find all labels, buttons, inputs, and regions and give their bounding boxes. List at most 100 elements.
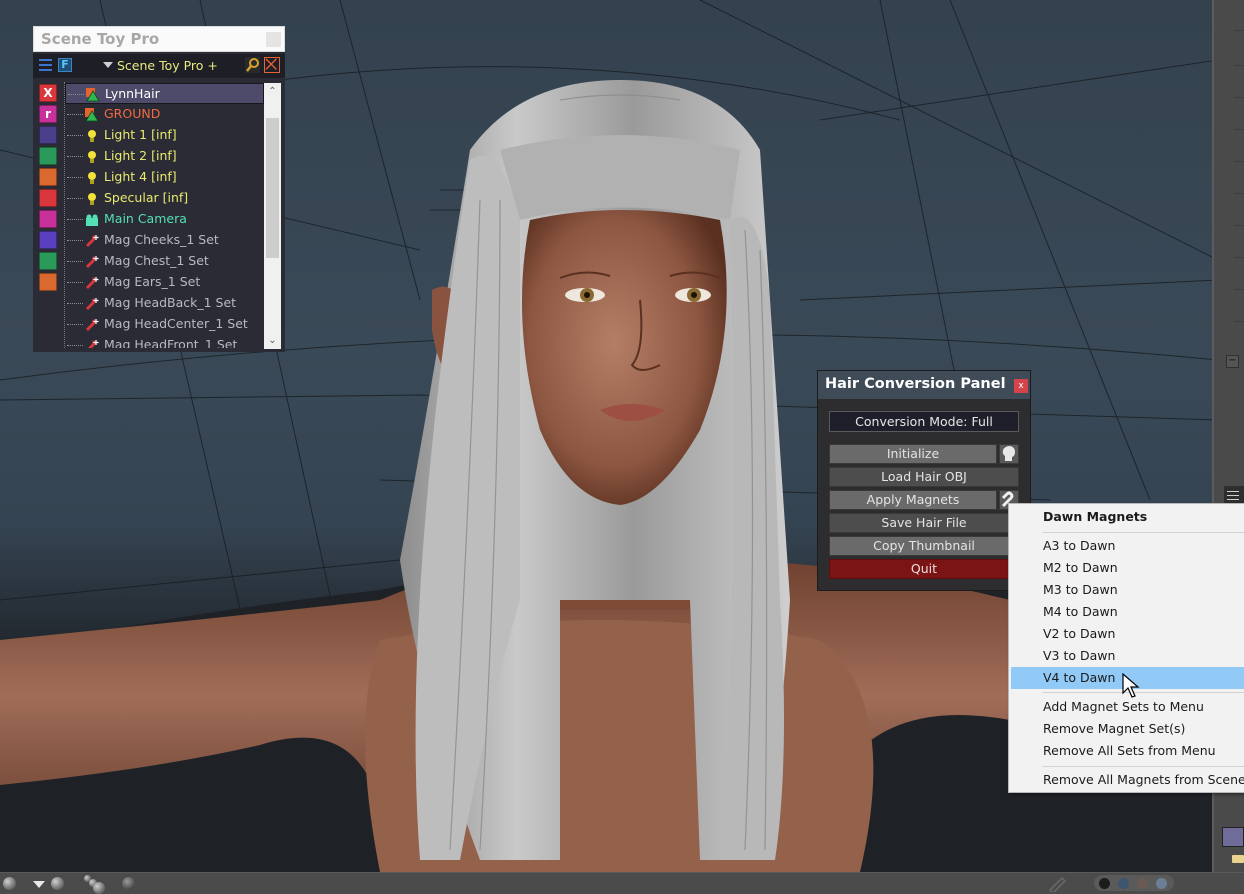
scene-dropdown-label: Scene Toy Pro + (117, 58, 218, 73)
color-swatch[interactable] (1137, 878, 1148, 889)
folder-icon[interactable] (1232, 855, 1244, 863)
tree-item-label: Mag Chest_1 Set (104, 253, 209, 268)
panel-close-button[interactable]: x (1014, 379, 1028, 393)
tree-connector (67, 282, 83, 283)
shadow-ball-icon[interactable] (122, 877, 135, 890)
tree-item-label: Light 4 [inf] (104, 169, 177, 184)
tree-item-label: Mag HeadBack_1 Set (104, 295, 237, 310)
menu-item[interactable]: V2 to Dawn (1011, 623, 1244, 645)
save-hair-file-button[interactable]: Save Hair File (829, 513, 1019, 533)
tree-item[interactable]: Mag HeadBack_1 Set (65, 293, 264, 314)
tree-item[interactable]: Mag Cheeks_1 Set (65, 230, 264, 251)
multi-light-icon[interactable] (93, 882, 105, 894)
rename-icon[interactable]: r (39, 105, 57, 123)
hair-conversion-panel: Hair Conversion Panel x Conversion Mode:… (817, 370, 1031, 591)
tree-item[interactable]: Main Camera (65, 209, 264, 230)
tree-item-label: LynnHair (105, 86, 160, 101)
close-x-icon[interactable] (264, 57, 280, 73)
magnet-icon (85, 254, 99, 269)
tree-connector (67, 114, 83, 115)
color-swatch[interactable] (1099, 878, 1110, 889)
menu-item[interactable]: M4 to Dawn (1011, 601, 1244, 623)
scrollbar-thumb[interactable] (266, 118, 279, 258)
bottom-toolbar (0, 872, 1244, 894)
list-view-icon[interactable] (39, 58, 52, 72)
figure-icon[interactable] (39, 147, 57, 165)
scene-toy-sidebar: Xr (33, 82, 61, 342)
ruler-icon[interactable] (1048, 876, 1066, 892)
panel-titlebar[interactable]: Hair Conversion Panel x (818, 371, 1030, 399)
panel-divider (1234, 321, 1244, 322)
tree-item[interactable]: GROUND (65, 104, 264, 125)
tree-item[interactable]: LynnHair (65, 83, 264, 104)
light-bulb-icon (85, 149, 99, 163)
window-close-button[interactable] (266, 32, 281, 47)
copy-thumbnail-button[interactable]: Copy Thumbnail (829, 536, 1019, 556)
menu-item[interactable]: M2 to Dawn (1011, 557, 1244, 579)
menu-item[interactable]: M3 to Dawn (1011, 579, 1244, 601)
light-ball-icon[interactable] (51, 877, 64, 890)
scene-tree[interactable]: LynnHair GROUND Light 1 [inf] Light 2 [inf]… (64, 82, 264, 348)
tree-item[interactable]: Light 4 [inf] (65, 167, 264, 188)
tree-item[interactable]: Mag Chest_1 Set (65, 251, 264, 272)
menu-action[interactable]: Remove All Sets from Menu (1011, 740, 1244, 762)
scroll-up-icon[interactable]: ⌃ (264, 83, 281, 100)
group-icon[interactable] (39, 168, 57, 186)
initialize-button[interactable]: Initialize (829, 444, 997, 464)
light-bulb-icon (85, 128, 99, 142)
menu-item[interactable]: A3 to Dawn (1011, 535, 1244, 557)
menu-separator (1042, 766, 1244, 767)
search-icon[interactable] (245, 57, 260, 73)
menu-item[interactable]: V3 to Dawn (1011, 645, 1244, 667)
tree-connector (67, 261, 83, 262)
color-swatch[interactable] (1118, 878, 1129, 889)
magnet-tool-icon[interactable] (39, 273, 57, 291)
load-hair-obj-button[interactable]: Load Hair OBJ (829, 467, 1019, 487)
camera-icon (85, 212, 99, 226)
light-ball-icon[interactable] (3, 877, 16, 890)
apply-magnets-button[interactable]: Apply Magnets (829, 490, 997, 510)
figure-icon (85, 107, 99, 122)
dropdown-arrow-icon[interactable] (33, 881, 45, 888)
light-bulb-icon (85, 170, 99, 184)
filter-icon[interactable]: F (58, 58, 72, 72)
scene-toy-pro-window: Scene Toy Pro F Scene Toy Pro + Xr LynnH… (33, 26, 285, 352)
scene-dropdown[interactable]: Scene Toy Pro + (103, 58, 218, 73)
scroll-down-icon[interactable]: ⌄ (264, 332, 281, 349)
library-selected-item[interactable] (1222, 827, 1244, 847)
tree-item[interactable]: Mag Ears_1 Set (65, 272, 264, 293)
tree-item-label: Specular [inf] (104, 190, 189, 205)
menu-separator (1042, 692, 1244, 693)
collapse-button[interactable]: − (1226, 355, 1239, 368)
tree-connector (67, 240, 83, 241)
sphere-icon[interactable] (39, 126, 57, 144)
menu-action[interactable]: Remove Magnet Set(s) (1011, 718, 1244, 740)
ball-icon[interactable] (39, 252, 57, 270)
head-profile-icon[interactable] (999, 444, 1019, 464)
conversion-mode-button[interactable]: Conversion Mode: Full (829, 411, 1019, 432)
diamond-icon[interactable] (39, 189, 57, 207)
tree-item[interactable]: Light 2 [inf] (65, 146, 264, 167)
tree-item-label: Mag Cheeks_1 Set (104, 232, 219, 247)
eye-icon[interactable] (39, 210, 57, 228)
tree-item[interactable]: Mag HeadFront_1 Set (65, 335, 264, 348)
background-color-swatches (1094, 875, 1174, 891)
window-titlebar[interactable]: Scene Toy Pro (33, 26, 285, 52)
tree-scrollbar[interactable]: ⌃ ⌄ (264, 83, 281, 349)
tree-item[interactable]: Mag HeadCenter_1 Set (65, 314, 264, 335)
tree-item[interactable]: Specular [inf] (65, 188, 264, 209)
list-icon[interactable] (39, 231, 57, 249)
window-title: Scene Toy Pro (41, 30, 160, 48)
tree-connector (67, 324, 83, 325)
panel-divider (1234, 129, 1244, 130)
tree-item[interactable]: Light 1 [inf] (65, 125, 264, 146)
delete-icon[interactable]: X (39, 84, 57, 102)
magnet-icon (85, 275, 99, 290)
color-swatch[interactable] (1156, 878, 1167, 889)
panel-menu-button[interactable] (1224, 486, 1244, 504)
tree-item-label: Mag HeadCenter_1 Set (104, 316, 248, 331)
tree-item-label: Mag HeadFront_1 Set (104, 337, 238, 348)
menu-item-remove-all-magnets[interactable]: Remove All Magnets from Scene (1011, 769, 1244, 791)
tree-connector (67, 345, 83, 346)
quit-button[interactable]: Quit (829, 559, 1019, 579)
